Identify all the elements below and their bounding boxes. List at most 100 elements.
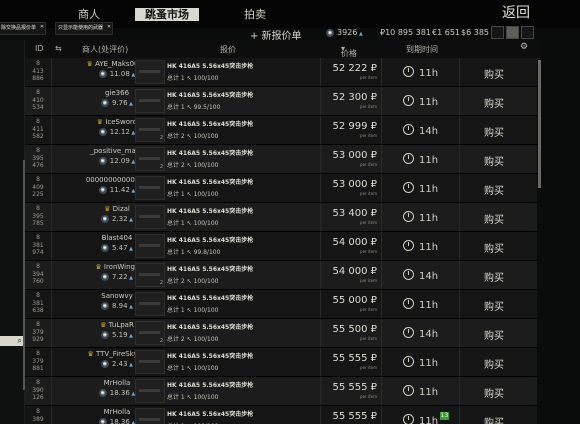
buy-button[interactable]: 购买	[469, 66, 519, 81]
filter-chip-usable-weapons[interactable]: 只显示能使用的武器 ✕	[55, 22, 114, 35]
column-id[interactable]: ID	[35, 44, 44, 53]
seller-name[interactable]: Sanowvy	[101, 292, 132, 300]
item-name[interactable]: HK 416A5 5.56x45突击步枪	[167, 177, 317, 186]
price-cell: 53 000 ₽ per item	[315, 179, 377, 196]
buy-button[interactable]: 购买	[469, 211, 519, 226]
expiry-cell: 11h	[403, 182, 438, 195]
buy-button[interactable]: 购买	[469, 327, 519, 342]
price-cell: 54 000 ₽ per item	[315, 237, 377, 254]
item-name[interactable]: HK 416A5 5.56x45突击步枪	[167, 351, 317, 360]
column-price[interactable]: 价格 ▾	[341, 44, 357, 58]
price-unit: per item	[360, 278, 377, 283]
seller-name[interactable]: Blast404	[102, 234, 133, 242]
clock-icon	[403, 124, 414, 135]
tab-traders[interactable]: 商人	[78, 6, 100, 22]
item-thumbnail[interactable]: 2	[135, 118, 165, 142]
item-thumbnail[interactable]	[135, 176, 165, 200]
buy-button[interactable]: 购买	[469, 182, 519, 197]
seller-name[interactable]: gie366	[105, 89, 129, 97]
back-button[interactable]: 返回	[502, 2, 530, 22]
item-name[interactable]: HK 416A5 5.56x45突击步枪	[167, 148, 317, 157]
item-thumbnail[interactable]	[135, 60, 165, 84]
item-name[interactable]: HK 416A5 5.56x45突击步枪	[167, 206, 317, 215]
table-row: 8 381 974 Blast404 ◉ 5.47 ▲ HK 416A5 5.56x45突击…	[25, 232, 537, 261]
clock-icon	[403, 327, 414, 338]
offers-scrollbar[interactable]	[538, 60, 541, 188]
item-name[interactable]: HK 416A5 5.56x45突击步枪	[167, 322, 317, 331]
buy-button[interactable]: 购买	[469, 153, 519, 168]
expiry-time: 11h	[419, 358, 439, 369]
item-thumbnail[interactable]	[135, 205, 165, 229]
rating-icon: ◉	[326, 28, 334, 37]
list-view-icon[interactable]	[491, 26, 504, 39]
divider	[381, 174, 382, 202]
item-thumbnail[interactable]	[135, 379, 165, 403]
item-name[interactable]: HK 416A5 5.56x45突击步枪	[167, 380, 317, 389]
price-unit: per item	[360, 191, 377, 196]
detail-view-icon[interactable]	[506, 26, 519, 39]
close-icon[interactable]: ✕	[107, 22, 111, 33]
category-search-input[interactable]: ⌕	[0, 336, 24, 346]
item-thumbnail[interactable]: 2	[135, 263, 165, 287]
item-name[interactable]: HK 416A5 5.56x45突击步枪	[167, 235, 317, 244]
rating-icon: ◉	[100, 215, 109, 223]
seller-rating: ◉ 12.09 ▲	[98, 157, 136, 165]
seller-name[interactable]: Dizal	[113, 205, 130, 213]
divider	[381, 348, 382, 376]
column-seller[interactable]: 商人(处评价)	[82, 44, 128, 55]
table-row: 8389 MrHolla ◉18.36 ▲ HK 416A5 5.56x45突击步枪总…	[25, 406, 537, 424]
buy-button[interactable]: 购买	[469, 356, 519, 371]
divider	[459, 87, 460, 115]
buy-button[interactable]: 购买	[469, 385, 519, 400]
buy-button[interactable]: 购买	[469, 414, 519, 424]
buy-button[interactable]: 购买	[469, 124, 519, 139]
seller-name[interactable]: MrHolla	[104, 408, 131, 416]
clock-icon	[403, 95, 414, 106]
item-thumbnail[interactable]	[135, 350, 165, 374]
expiry-cell: 11h	[403, 95, 438, 108]
item-quantity: 2	[159, 135, 163, 141]
seller-name[interactable]: TuLpaR	[109, 321, 134, 329]
buy-button[interactable]: 购买	[469, 95, 519, 110]
tab-flea-market[interactable]: 跳蚤市场	[135, 8, 199, 21]
filter-chip-exclude-barter[interactable]: 除交换品报价单 ✕	[0, 22, 47, 35]
buy-button[interactable]: 购买	[469, 240, 519, 255]
item-total: 总计 1 ↖ 99.5/100	[167, 104, 221, 111]
item-name[interactable]: HK 416A5 5.56x45突击步枪	[167, 409, 317, 418]
item-cell: HK 416A5 5.56x45突击步枪 总计 1 ↖ 99.8/100	[167, 235, 317, 256]
item-name[interactable]: HK 416A5 5.56x45突击步枪	[167, 119, 317, 128]
expiry-cell: 11h	[403, 298, 438, 311]
crown-icon: ♛	[87, 350, 96, 358]
seller-rating: ◉ 8.94 ▲	[100, 302, 134, 310]
grid-view-icon[interactable]	[521, 26, 534, 39]
buy-button[interactable]: 购买	[469, 298, 519, 313]
buy-button[interactable]: 购买	[469, 269, 519, 284]
seller-name[interactable]: IceSword	[105, 118, 137, 126]
close-icon[interactable]: ✕	[40, 22, 44, 33]
rating-icon: ◉	[98, 128, 107, 136]
offer-id: 8 379 929	[32, 321, 44, 343]
gear-icon[interactable]: ⚙	[520, 42, 528, 52]
item-name[interactable]: HK 416A5 5.56x45突击步枪	[167, 61, 317, 70]
divider	[459, 174, 460, 202]
column-expiry[interactable]: 到期时间	[406, 44, 438, 55]
seller-name[interactable]: MrHolla	[104, 379, 131, 387]
tab-auction[interactable]: 拍卖	[244, 6, 266, 22]
item-thumbnail[interactable]	[135, 89, 165, 113]
item-thumbnail[interactable]: 2	[135, 321, 165, 345]
item-thumbnail[interactable]: 2	[135, 147, 165, 171]
item-cell: HK 416A5 5.56x45突击步枪 总计 2 ↖ 100/100	[167, 322, 317, 343]
item-thumbnail[interactable]	[135, 292, 165, 316]
divider	[381, 87, 382, 115]
rating-icon: ◉	[100, 360, 109, 368]
seller-name[interactable]: IronWings	[104, 263, 139, 271]
refresh-icon[interactable]: ⇆	[55, 44, 62, 53]
item-thumbnail[interactable]	[135, 234, 165, 258]
price-cell: 53 400 ₽ per item	[315, 208, 377, 225]
item-name[interactable]: HK 416A5 5.56x45突击步枪	[167, 90, 317, 99]
price-unit: per item	[360, 365, 377, 370]
item-name[interactable]: HK 416A5 5.56x45突击步枪	[167, 293, 317, 302]
item-thumbnail[interactable]	[135, 408, 165, 424]
expiry-time: 11h	[419, 155, 439, 166]
item-name[interactable]: HK 416A5 5.56x45突击步枪	[167, 264, 317, 273]
